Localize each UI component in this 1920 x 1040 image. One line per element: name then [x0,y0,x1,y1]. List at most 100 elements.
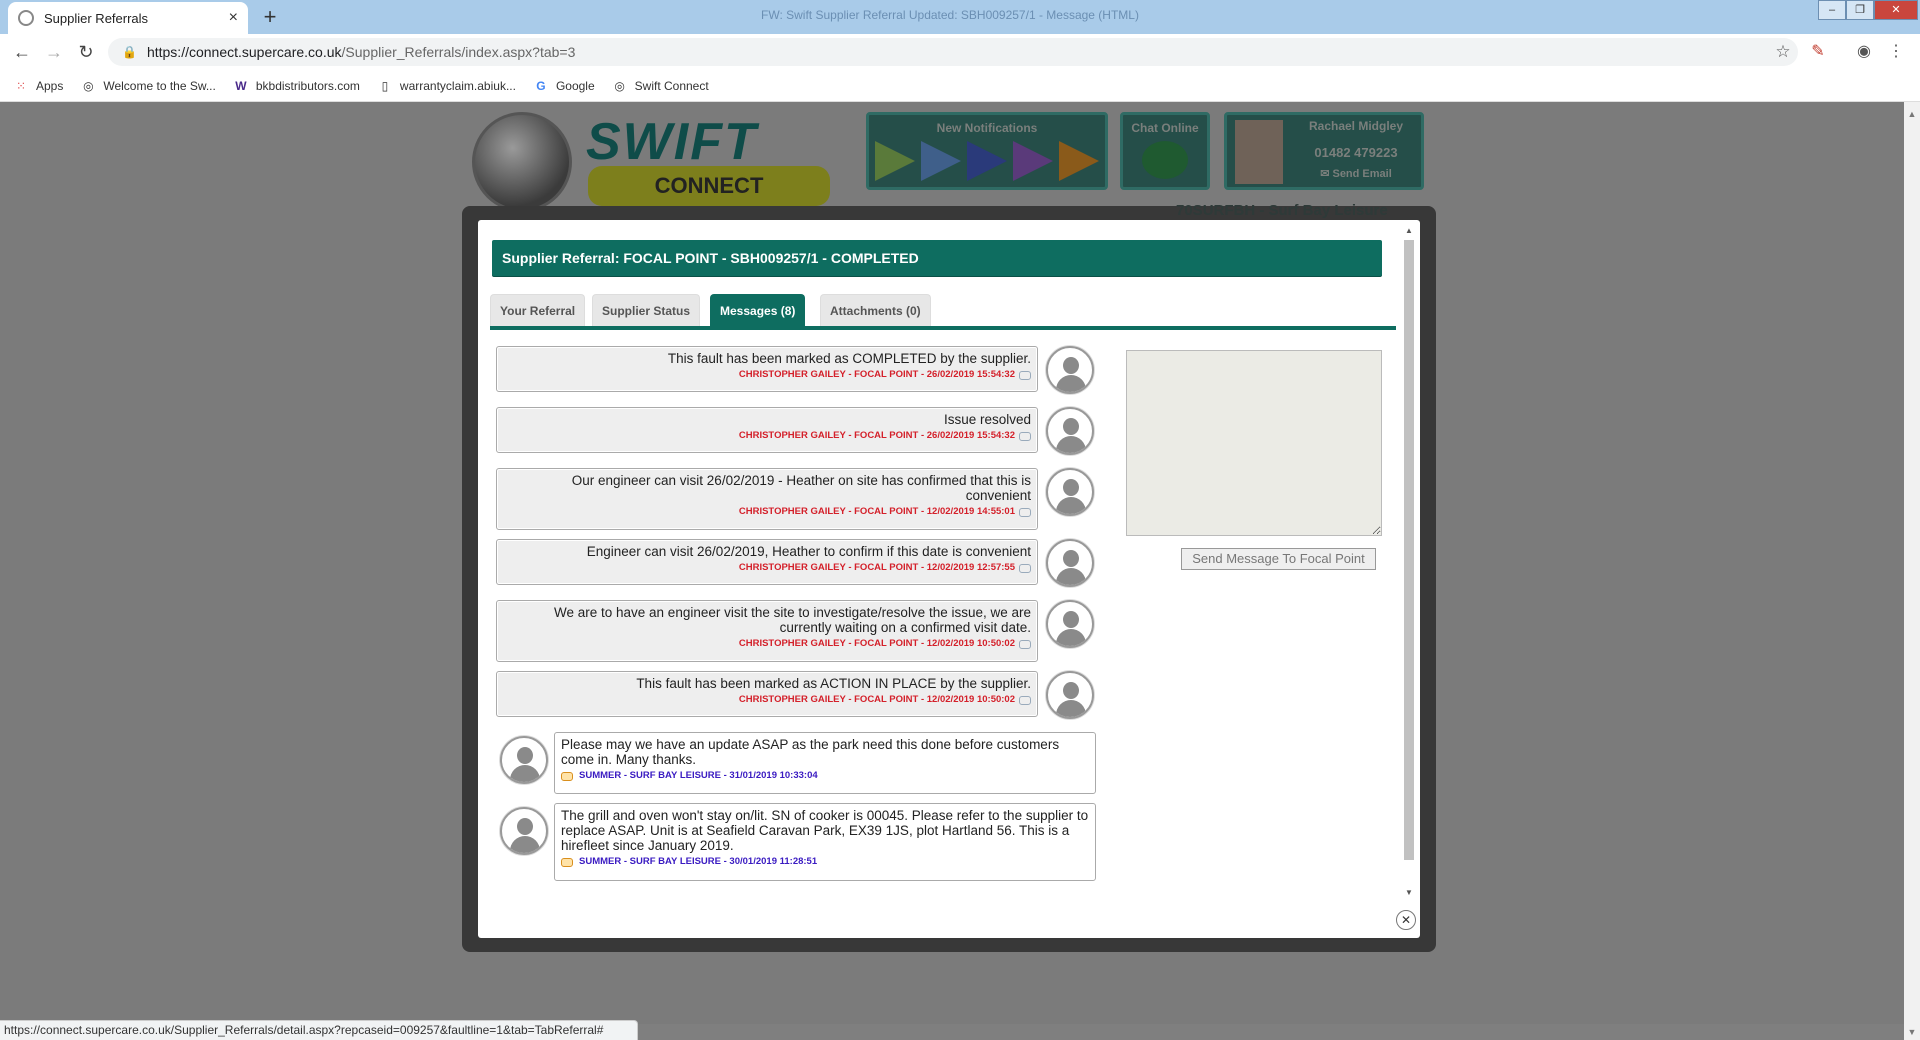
forward-arrow-icon[interactable]: → [42,40,66,64]
extension-icon[interactable]: ✎ [1806,40,1830,64]
bookmark-welcome-swift[interactable]: ◎ Welcome to the Sw... [81,79,216,93]
menu-kebab-icon[interactable]: ⋮ [1884,40,1908,64]
bookmark-bkb[interactable]: Wbkbdistributors.com [234,79,360,93]
browser-tab[interactable]: Supplier Referrals × [8,2,248,34]
message-bubble: The grill and oven won't stay on/lit. SN… [554,803,1096,881]
message-text: Issue resolved [943,412,1031,427]
avatar [500,736,548,784]
bookmarks-bar: ⁙ Apps ◎ Welcome to the Sw... Wbkbdistribu… [0,70,1920,102]
message-meta: SUMMER - SURF BAY LEISURE - 30/01/2019 1… [561,856,1089,868]
swift-globe-icon [18,10,34,26]
tab-title: Supplier Referrals [44,10,149,26]
window-close-button[interactable]: ✕ [1874,0,1918,20]
tools-notification-icon[interactable] [1059,141,1099,181]
message-text: We are to have an engineer visit the sit… [553,605,1031,635]
avatar [1046,671,1094,719]
megaphone-icon [1142,141,1188,179]
minimize-button[interactable]: ‒ [1818,0,1846,20]
tab-your-referral[interactable]: Your Referral [490,294,586,326]
speech-bubble-icon [1019,370,1031,380]
back-arrow-icon[interactable]: ← [10,40,34,64]
maximize-button[interactable]: ❐ [1846,0,1874,20]
bkb-w-icon: W [235,78,247,93]
page-scrollbar[interactable]: ▲ ▼ [1904,102,1920,1040]
browser-titlebar: Supplier Referrals × + FW: Swift Supplie… [0,0,1920,34]
modal-tabs: Your Referral Supplier Status Messages (… [490,294,1396,330]
message-meta: SUMMER - SURF BAY LEISURE - 31/01/2019 1… [561,770,1089,782]
notifications-panel: New Notifications [866,112,1108,190]
tab-attachments[interactable]: Attachments (0) [820,294,931,326]
message-meta: CHRISTOPHER GAILEY - FOCAL POINT - 12/02… [503,694,1031,706]
apps-grid-icon: ⁙ [15,78,27,93]
avatar [1046,539,1094,587]
page-icon: ▯ [381,78,389,93]
send-message-button[interactable]: Send Message To Focal Point [1181,548,1376,570]
new-tab-button[interactable]: + [256,6,284,30]
message-meta: CHRISTOPHER GAILEY - FOCAL POINT - 12/02… [503,506,1031,518]
modal-close-icon[interactable]: ✕ [1396,910,1416,930]
message-meta: CHRISTOPHER GAILEY - FOCAL POINT - 26/02… [503,369,1031,381]
message-meta: CHRISTOPHER GAILEY - FOCAL POINT - 12/02… [503,638,1031,650]
avatar [1046,407,1094,455]
avatar [1046,468,1094,516]
bookmark-warrantyclaim[interactable]: ▯ warrantyclaim.abiuk... [378,79,516,93]
swift-logo-disc [472,112,572,212]
browser-toolbar: ← → ↻ 🔒 https://connect.supercare.co.uk/… [0,34,1920,70]
notifications-title: New Notifications [936,121,1038,135]
speech-bubble-icon [1019,695,1031,705]
truck-notification-icon[interactable] [967,141,1007,181]
modal-scroll-thumb[interactable] [1404,240,1414,860]
lock-icon: 🔒 [122,45,137,59]
send-email-link[interactable]: ✉ Send Email [1291,167,1421,180]
avatar [500,807,548,855]
message-bubble: This fault has been marked as ACTION IN … [496,671,1038,717]
speech-bubble-icon [1019,507,1031,517]
bookmark-apps[interactable]: ⁙ Apps [14,79,63,93]
tab-messages[interactable]: Messages (8) [710,294,806,326]
speech-bubble-icon [561,771,573,781]
laptop-notification-icon[interactable] [921,141,961,181]
message-bubble: We are to have an engineer visit the sit… [496,600,1038,662]
bookmark-swift-connect[interactable]: ◎ Swift Connect [613,78,708,93]
bookmark-google[interactable]: G Google [534,79,594,93]
message-compose-textarea[interactable] [1126,350,1382,536]
dealer-title: 70SURFBH - Surf Bay Leisure [1176,202,1388,219]
gear-notification-icon[interactable] [1013,141,1053,181]
speech-bubble-icon [1019,563,1031,573]
scroll-up-arrow-icon[interactable]: ▲ [1904,106,1920,122]
message-text: This fault has been marked as COMPLETED … [667,351,1031,366]
swift-globe-icon: ◎ [614,78,625,93]
speech-bubble-icon [561,857,573,867]
contact-name: Rachael Midgley [1308,119,1404,133]
window-title: FW: Swift Supplier Referral Updated: SBH… [761,8,1139,22]
message-text: Please may we have an update ASAP as the… [561,737,1060,767]
message-bubble: Issue resolved CHRISTOPHER GAILEY - FOCA… [496,407,1038,453]
contact-panel: Rachael Midgley 01482 479223 ✉ Send Emai… [1224,112,1424,190]
caravan-notification-icon[interactable] [875,141,915,181]
supplier-referral-modal: Supplier Referral: FOCAL POINT - SBH0092… [478,220,1420,938]
message-text: The grill and oven won't stay on/lit. SN… [561,808,1089,853]
message-bubble: Engineer can visit 26/02/2019, Heather t… [496,539,1038,585]
swift-logo-text: SWIFT [586,113,758,171]
message-bubble: Our engineer can visit 26/02/2019 - Heat… [496,468,1038,530]
avatar [1046,600,1094,648]
modal-title: Supplier Referral: FOCAL POINT - SBH0092… [492,240,1382,276]
profile-icon[interactable]: ◉ [1852,40,1876,64]
modal-scrollbar[interactable]: ▲ ▼ [1402,220,1416,902]
tab-supplier-status[interactable]: Supplier Status [592,294,701,326]
tab-close-icon[interactable]: × [229,9,238,27]
contact-photo [1235,120,1283,184]
modal-scroll-up-icon[interactable]: ▲ [1402,226,1416,235]
chat-online-panel[interactable]: Chat Online [1120,112,1210,190]
bookmark-star-icon[interactable]: ☆ [1768,42,1798,62]
message-meta: CHRISTOPHER GAILEY - FOCAL POINT - 12/02… [503,562,1031,574]
speech-bubble-icon [1019,639,1031,649]
modal-scroll-down-icon[interactable]: ▼ [1402,888,1416,897]
chat-online-title: Chat Online [1131,121,1199,135]
scroll-down-arrow-icon[interactable]: ▼ [1904,1024,1920,1040]
address-bar[interactable]: 🔒 https://connect.supercare.co.uk/Suppli… [108,38,1798,66]
reload-icon[interactable]: ↻ [74,40,98,64]
connect-logo-badge: CONNECT [588,166,830,206]
contact-phone: 01482 479223 [1314,145,1398,160]
swift-globe-icon: ◎ [83,78,94,93]
